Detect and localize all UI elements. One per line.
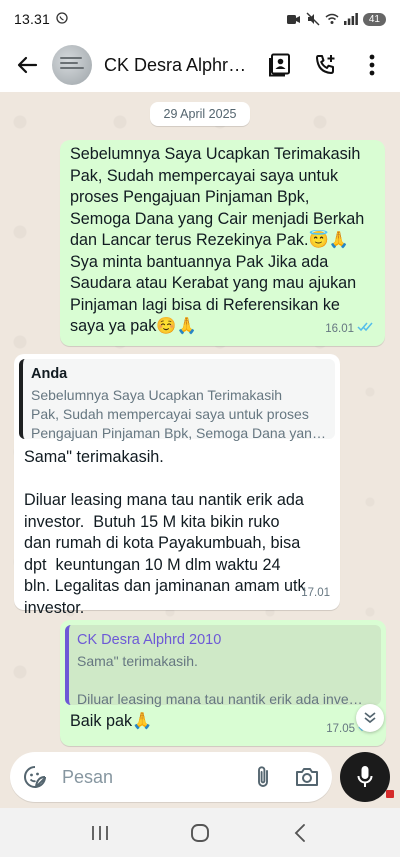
wifi-icon <box>325 13 339 24</box>
whatsapp-notification-icon <box>56 11 68 27</box>
quote-text: Sebelumnya Saya Ucapkan Terimakasih Pak,… <box>31 387 326 441</box>
message-text: Sebelumnya Saya Ucapkan Terimakasih Pak,… <box>70 145 365 335</box>
status-icons: 41 <box>286 12 386 26</box>
date-chip: 29 April 2025 <box>150 102 250 126</box>
message-time: 17.05 <box>326 722 355 735</box>
status-bar: 13.31 41 <box>0 0 400 38</box>
contact-card-icon[interactable] <box>266 51 294 79</box>
nav-back-icon[interactable] <box>280 813 320 853</box>
message-bubble-outgoing[interactable]: CK Desra Alphrd 2010 Sama" terimakasih. … <box>60 620 386 746</box>
more-vert-icon[interactable] <box>358 51 386 79</box>
quoted-message[interactable]: CK Desra Alphrd 2010 Sama" terimakasih. … <box>65 625 381 707</box>
nav-home-icon[interactable] <box>180 813 220 853</box>
avatar[interactable] <box>52 45 92 85</box>
mute-icon <box>306 12 320 26</box>
message-input-container[interactable] <box>10 752 332 802</box>
video-record-icon <box>286 14 300 24</box>
status-time: 13.31 <box>14 11 51 27</box>
message-meta: 17.01 <box>301 583 330 605</box>
back-arrow-icon[interactable] <box>10 48 44 82</box>
message-time: 16.01 <box>325 322 354 335</box>
chat-header: CK Desra Alphrd 2010 <box>0 38 400 92</box>
camera-icon[interactable] <box>294 764 320 790</box>
attach-icon[interactable] <box>250 764 276 790</box>
signal-icon <box>343 13 358 25</box>
message-text: Sama" terimakasih. Diluar leasing mana t… <box>24 448 306 617</box>
composer <box>0 750 400 806</box>
message-time: 17.01 <box>301 586 330 599</box>
chevron-down-icon <box>364 712 376 724</box>
scroll-to-bottom-button[interactable] <box>356 704 384 732</box>
quote-author: Anda <box>31 366 68 382</box>
quoted-message[interactable]: Anda Sebelumnya Saya Ucapkan Terimakasih… <box>19 359 335 441</box>
message-bubble-incoming[interactable]: Anda Sebelumnya Saya Ucapkan Terimakasih… <box>14 354 340 617</box>
system-nav-bar <box>0 808 400 857</box>
message-bubble-outgoing[interactable]: Sebelumnya Saya Ucapkan Terimakasih Pak,… <box>60 140 385 346</box>
battery-level: 41 <box>362 12 386 26</box>
chat-area[interactable]: 29 April 2025 Sebelumnya Saya Ucapkan Te… <box>0 92 400 758</box>
message-meta: 16.01 <box>325 319 375 341</box>
nav-recents-icon[interactable] <box>80 813 120 853</box>
contact-name[interactable]: CK Desra Alphrd 2010 <box>104 55 254 76</box>
add-call-icon[interactable] <box>312 51 340 79</box>
message-input[interactable] <box>62 766 222 788</box>
recording-indicator <box>386 790 394 798</box>
read-ticks-icon <box>357 319 375 341</box>
quote-text: Sama" terimakasih. Diluar leasing mana t… <box>77 653 363 707</box>
voice-message-button[interactable] <box>340 752 390 802</box>
sticker-icon[interactable] <box>22 764 48 790</box>
quote-author: CK Desra Alphrd 2010 <box>77 632 222 648</box>
mic-icon <box>357 766 373 787</box>
